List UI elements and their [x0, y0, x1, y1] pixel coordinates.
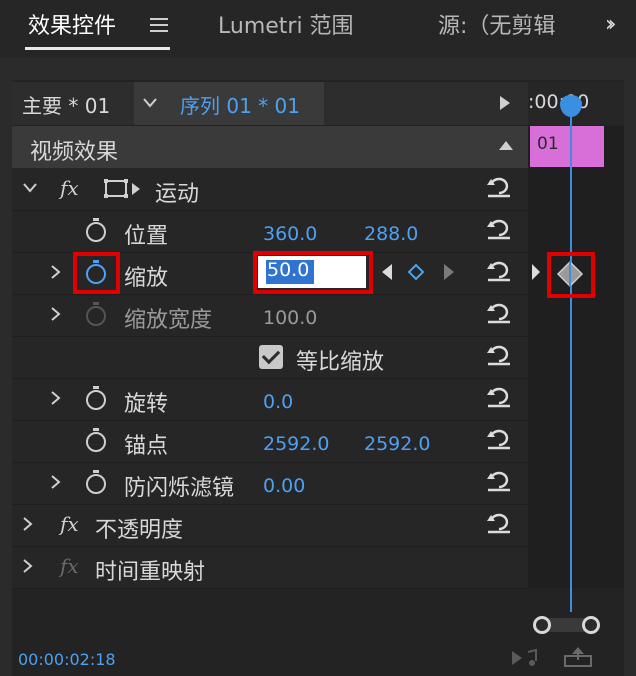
- scale-label: 缩放: [124, 266, 169, 291]
- tab-lumetri-scopes[interactable]: Lumetri 范围: [218, 8, 354, 40]
- stopwatch-highlight: [73, 252, 120, 294]
- reset-icon[interactable]: [486, 260, 512, 282]
- stopwatch-icon[interactable]: [86, 470, 106, 494]
- export-frame-icon[interactable]: [563, 646, 593, 668]
- reset-icon[interactable]: [486, 218, 512, 240]
- row-divider: [12, 504, 528, 505]
- scale-value[interactable]: 50.0: [267, 259, 309, 281]
- scale-width-label: 缩放宽度: [124, 308, 213, 333]
- stopwatch-icon[interactable]: [86, 428, 106, 452]
- zoom-handle-left[interactable]: [533, 616, 551, 634]
- row-divider: [12, 546, 528, 547]
- collapse-up-icon[interactable]: [498, 139, 514, 151]
- stopwatch-icon[interactable]: [86, 218, 106, 242]
- uniform-scale-label: 等比缩放: [296, 350, 385, 375]
- timeline-next-keyframe-icon[interactable]: [530, 263, 542, 281]
- tab-overflow-icon[interactable]: ››: [605, 12, 616, 37]
- reset-icon[interactable]: [486, 512, 512, 534]
- reset-icon[interactable]: [486, 470, 512, 492]
- rotation-label: 旋转: [124, 392, 169, 417]
- next-keyframe-icon[interactable]: [442, 263, 456, 281]
- current-timecode[interactable]: 00:00:02:18: [18, 650, 116, 669]
- anchor-y-value[interactable]: 2592.0: [364, 433, 430, 455]
- stopwatch-icon: [86, 302, 106, 326]
- prev-keyframe-icon[interactable]: [380, 263, 394, 281]
- position-label: 位置: [124, 224, 169, 249]
- row-divider: [12, 210, 528, 211]
- chevron-right-icon[interactable]: [50, 264, 62, 280]
- time-remap-label: 时间重映射: [95, 560, 206, 585]
- position-x-value[interactable]: 360.0: [263, 223, 317, 245]
- master-clip-label[interactable]: 主要 * 01: [22, 90, 110, 119]
- chevron-right-icon[interactable]: [50, 306, 62, 322]
- anchor-x-value[interactable]: 2592.0: [263, 433, 329, 455]
- reset-icon[interactable]: [486, 386, 512, 408]
- chevron-right-icon[interactable]: [22, 558, 34, 574]
- transform-box-icon[interactable]: [104, 178, 144, 200]
- tab-effect-controls[interactable]: 效果控件: [28, 8, 116, 40]
- opacity-label: 不透明度: [95, 518, 184, 543]
- reset-icon[interactable]: [486, 302, 512, 324]
- chevron-down-icon[interactable]: [22, 182, 38, 194]
- playhead-line[interactable]: [570, 104, 572, 612]
- uniform-scale-checkbox[interactable]: [259, 345, 283, 369]
- chevron-right-icon[interactable]: [50, 474, 62, 490]
- play-triangle-icon[interactable]: [498, 95, 512, 111]
- fx-icon[interactable]: fx: [60, 512, 79, 536]
- anti-flicker-label: 防闪烁滤镜: [124, 476, 235, 501]
- add-keyframe-icon[interactable]: [408, 264, 424, 280]
- chevron-right-icon[interactable]: [22, 516, 34, 532]
- reset-icon[interactable]: [486, 428, 512, 450]
- play-audio-icon[interactable]: [510, 648, 542, 668]
- reset-icon[interactable]: [486, 176, 512, 198]
- anti-flicker-value[interactable]: 0.00: [263, 475, 305, 497]
- chevron-down-icon[interactable]: [142, 96, 158, 110]
- row-divider: [12, 378, 528, 379]
- keyframe-diamond-icon[interactable]: [556, 261, 584, 287]
- position-y-value[interactable]: 288.0: [364, 223, 418, 245]
- panel-menu-icon[interactable]: [150, 18, 168, 32]
- scale-width-value: 100.0: [263, 307, 318, 329]
- sequence-clip-label[interactable]: 序列 01 * 01: [180, 90, 300, 119]
- fx-icon[interactable]: fx: [60, 554, 79, 578]
- timeline-clip-label: 01: [537, 134, 559, 154]
- motion-label: 运动: [155, 182, 200, 207]
- row-divider: [12, 462, 528, 463]
- row-divider: [12, 588, 528, 589]
- anchor-label: 锚点: [124, 434, 169, 459]
- tab-source[interactable]: 源:（无剪辑: [438, 8, 558, 40]
- video-effects-title: 视频效果: [30, 140, 119, 165]
- zoom-handle-right[interactable]: [582, 616, 600, 634]
- reset-icon[interactable]: [486, 344, 512, 366]
- row-divider: [12, 294, 528, 295]
- chevron-right-icon[interactable]: [50, 390, 62, 406]
- row-divider: [12, 420, 528, 421]
- stopwatch-icon[interactable]: [86, 386, 106, 410]
- fx-icon[interactable]: fx: [60, 176, 79, 200]
- row-divider: [12, 336, 528, 337]
- active-tab-underline: [25, 47, 170, 50]
- rotation-value[interactable]: 0.0: [263, 391, 293, 413]
- keyframe-timeline[interactable]: [528, 126, 624, 588]
